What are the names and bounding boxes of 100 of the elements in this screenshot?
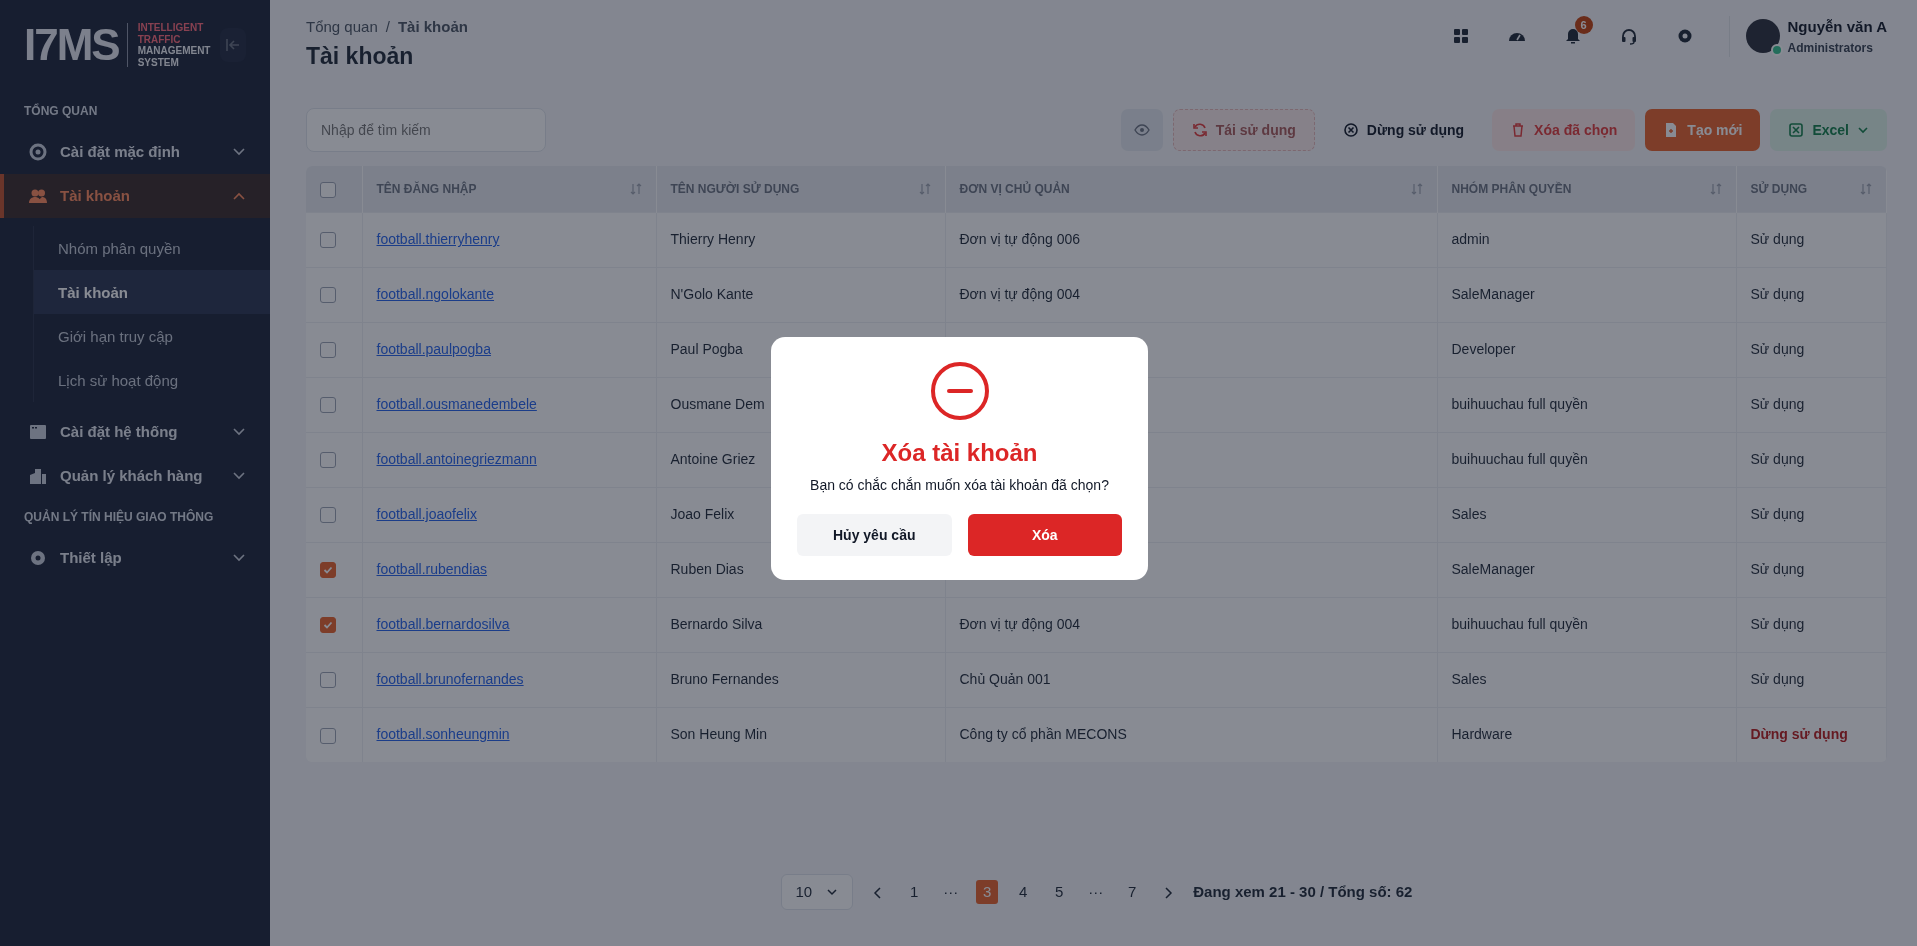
page-button[interactable]: 3 xyxy=(976,879,999,904)
username-link[interactable]: football.ousmanedembele xyxy=(376,396,537,413)
building-icon xyxy=(28,466,48,486)
sort-icon xyxy=(629,182,642,195)
table-cell: Công ty cổ phần MECONS xyxy=(959,726,1127,743)
page-button[interactable]: ··· xyxy=(939,879,963,904)
breadcrumb-link[interactable]: Tổng quan xyxy=(306,18,378,35)
table-cell: N'Golo Kante xyxy=(670,286,754,303)
table-cell: Chủ Quản 001 xyxy=(959,671,1051,688)
column-header: ĐƠN VỊ CHỦ QUẢN xyxy=(959,180,1070,198)
chevron-left-icon xyxy=(873,886,884,899)
checkbox[interactable] xyxy=(320,452,336,469)
delete-button[interactable]: Xóa xyxy=(967,514,1122,556)
sidebar-item[interactable]: Quản lý khách hàng xyxy=(0,454,270,498)
column-header: TÊN ĐĂNG NHẬP xyxy=(376,180,477,198)
page-button[interactable]: 1 xyxy=(903,879,926,904)
table-cell: Sales xyxy=(1451,506,1487,523)
table-cell: Hardware xyxy=(1451,726,1513,743)
window-icon xyxy=(28,422,48,442)
eye-icon xyxy=(1133,122,1150,139)
checkbox[interactable] xyxy=(320,342,336,359)
create-button[interactable]: Tạo mới xyxy=(1645,109,1761,152)
search-field[interactable]: Nhập để tìm kiếm xyxy=(306,108,546,153)
username-link[interactable]: football.sonheungmin xyxy=(376,726,510,743)
table-cell: buihuuchau full quyền xyxy=(1451,451,1588,468)
sidebar-item[interactable]: Tài khoản xyxy=(0,174,270,218)
status-text: Sử dụng xyxy=(1750,506,1805,523)
cancel-button[interactable]: Hủy yêu cầu xyxy=(797,514,952,556)
sort-icon xyxy=(918,182,931,195)
action-button[interactable]: Xóa đã chọn xyxy=(1492,109,1636,152)
status-text: Sử dụng xyxy=(1750,671,1805,688)
table-cell: Paul Pogba xyxy=(670,341,743,358)
collapse-icon xyxy=(226,38,241,52)
table-cell: Đơn vị tự động 004 xyxy=(959,286,1080,303)
breadcrumb-separator: / xyxy=(385,18,390,35)
username-link[interactable]: football.thierryhenry xyxy=(376,231,500,248)
checkbox[interactable] xyxy=(320,507,336,524)
username-link[interactable]: football.joaofelix xyxy=(376,506,477,523)
checkbox[interactable] xyxy=(320,181,336,198)
status-text: Sử dụng xyxy=(1750,231,1805,248)
username-link[interactable]: football.antoinegriezmann xyxy=(376,451,537,468)
sidebar-item[interactable]: Thiết lập xyxy=(0,536,270,580)
table-cell: buihuuchau full quyền xyxy=(1451,616,1588,633)
username-link[interactable]: football.ngolokante xyxy=(376,286,495,303)
page-button[interactable]: 5 xyxy=(1048,879,1071,904)
check-icon xyxy=(323,565,333,576)
table-cell: Ruben Dias xyxy=(670,561,744,578)
user-name: Nguyễn văn A xyxy=(1787,17,1887,37)
sidebar-item[interactable]: Cài đặt mặc định xyxy=(0,130,270,174)
status-text: Sử dụng xyxy=(1750,341,1805,358)
headset-icon xyxy=(1619,27,1638,45)
spreadsheet-icon xyxy=(1788,122,1805,139)
action-button[interactable]: Dừng sử dụng xyxy=(1324,109,1483,152)
cancel-circle-icon xyxy=(1342,122,1359,139)
table-cell: Joao Felix xyxy=(670,506,735,523)
sidebar-subitem[interactable]: Tài khoản xyxy=(34,270,270,314)
username-link[interactable]: football.paulpogba xyxy=(376,341,491,358)
column-header: TÊN NGƯỜI SỬ DỤNG xyxy=(670,180,800,198)
username-link[interactable]: football.rubendias xyxy=(376,561,488,578)
sidebar-subitem[interactable]: Nhóm phân quyền xyxy=(34,226,270,270)
view-button[interactable] xyxy=(1120,109,1163,152)
username-link[interactable]: football.brunofernandes xyxy=(376,671,524,688)
check-icon xyxy=(323,620,333,631)
sidebar-subitem[interactable]: Giới hạn truy cập xyxy=(34,314,270,358)
page-title: Tài khoản xyxy=(306,42,415,71)
checkbox[interactable] xyxy=(320,287,336,304)
table-cell: Antoine Griez xyxy=(670,451,756,468)
page-size-select[interactable]: 10 xyxy=(780,873,854,910)
chevron-right-icon xyxy=(1163,886,1174,899)
checkbox[interactable] xyxy=(320,672,336,689)
logo-mark: I7MS xyxy=(24,23,128,67)
checkbox[interactable] xyxy=(320,562,336,579)
page-button[interactable]: 7 xyxy=(1121,879,1144,904)
collapse-sidebar-button[interactable] xyxy=(220,28,247,62)
checkbox[interactable] xyxy=(320,617,336,634)
table-cell: Sales xyxy=(1451,671,1487,688)
grid-icon xyxy=(1451,27,1470,45)
status-text: Sử dụng xyxy=(1750,286,1805,303)
user-avatar[interactable] xyxy=(1745,19,1780,54)
checkbox[interactable] xyxy=(320,397,336,414)
export-button[interactable]: Excel xyxy=(1770,109,1887,152)
table-cell: Đơn vị tự động 004 xyxy=(959,616,1080,633)
checkbox[interactable] xyxy=(320,727,336,744)
page-button[interactable]: 4 xyxy=(1012,879,1035,904)
status-text: Sử dụng xyxy=(1750,451,1805,468)
table-cell: SaleManager xyxy=(1451,561,1535,578)
section-label: TỔNG QUAN xyxy=(23,102,99,120)
column-header: NHÓM PHÂN QUYỀN xyxy=(1451,180,1572,198)
table-cell: Bernardo Silva xyxy=(670,616,763,633)
status-text: Dừng sử dụng xyxy=(1750,726,1848,743)
page-button[interactable]: ··· xyxy=(1084,879,1108,904)
username-link[interactable]: football.bernardosilva xyxy=(376,616,510,633)
remove-circle-icon xyxy=(929,361,990,421)
checkbox[interactable] xyxy=(320,232,336,249)
status-text: Sử dụng xyxy=(1750,396,1805,413)
user-role: Administrators xyxy=(1787,39,1874,57)
breadcrumb-current: Tài khoản xyxy=(397,18,468,35)
sidebar-item[interactable]: Cài đặt hệ thống xyxy=(0,410,270,454)
sidebar-subitem[interactable]: Lịch sử hoạt động xyxy=(34,358,270,402)
table-cell: SaleManager xyxy=(1451,286,1535,303)
